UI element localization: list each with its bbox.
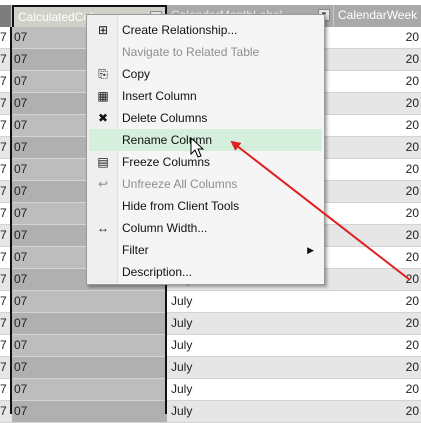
cell-week[interactable]: 20: [334, 357, 421, 378]
cell-week[interactable]: 20: [334, 269, 421, 290]
cell-week[interactable]: 20: [334, 115, 421, 136]
menu-item-label: Navigate to Related Table: [122, 45, 260, 59]
cell-month-label[interactable]: July: [169, 379, 336, 400]
column-header-week-label: CalendarWeek: [338, 8, 418, 22]
menu-item-freeze-columns[interactable]: ▤ Freeze Columns: [89, 151, 322, 173]
unfreeze-columns-icon: ↩: [97, 177, 109, 191]
table-row[interactable]: 707July20: [0, 379, 421, 401]
cell-month-label[interactable]: July: [169, 335, 336, 356]
cell-week[interactable]: 20: [334, 401, 421, 422]
cell-row-marker[interactable]: 7: [0, 291, 10, 312]
cell-week[interactable]: 20: [334, 335, 421, 356]
row-header-column: [0, 5, 12, 27]
cell-row-marker[interactable]: 7: [0, 269, 10, 290]
menu-item-insert-column[interactable]: ▦ Insert Column: [89, 85, 322, 107]
menu-item-column-width[interactable]: ↔ Column Width...: [89, 217, 322, 239]
selected-column-border-left: [10, 27, 12, 414]
menu-item-navigate-to-related-table: Navigate to Related Table: [89, 41, 322, 63]
cell-week[interactable]: 20: [334, 49, 421, 70]
cell-week[interactable]: 20: [334, 159, 421, 180]
cell-month-label[interactable]: July: [169, 401, 336, 422]
create-relationship-icon: ⊞: [97, 23, 109, 37]
table-row[interactable]: 707July20: [0, 313, 421, 335]
menu-item-unfreeze-all-columns: ↩ Unfreeze All Columns: [89, 173, 322, 195]
cell-calculated[interactable]: 07: [12, 357, 167, 378]
menu-item-filter[interactable]: Filter ▶: [89, 239, 322, 261]
cell-week[interactable]: 20: [334, 379, 421, 400]
cell-calculated[interactable]: 07: [12, 335, 167, 356]
menu-item-copy[interactable]: ⎘ Copy: [89, 63, 322, 85]
cell-month-label[interactable]: July: [169, 291, 336, 312]
cell-week[interactable]: 20: [334, 247, 421, 268]
menu-item-label: Rename Column: [122, 133, 213, 147]
description-icon: [95, 265, 111, 279]
cell-week[interactable]: 20: [334, 225, 421, 246]
cell-row-marker[interactable]: 7: [0, 137, 10, 158]
freeze-columns-icon: ▤: [97, 155, 109, 169]
column-header-week[interactable]: CalendarWeek: [334, 5, 421, 27]
table-row[interactable]: 707July20: [0, 357, 421, 379]
cell-month-label[interactable]: July: [169, 313, 336, 334]
menu-item-rename-column[interactable]: Rename Column: [89, 129, 322, 151]
menu-item-label: Filter: [122, 243, 149, 257]
menu-item-label: Hide from Client Tools: [122, 199, 240, 213]
column-header-calculated-label: CalculatedCol: [18, 10, 93, 24]
cell-row-marker[interactable]: 7: [0, 247, 10, 268]
submenu-arrow-icon: ▶: [307, 245, 314, 255]
column-width-icon: ↔: [97, 221, 109, 235]
cell-row-marker[interactable]: 7: [0, 401, 10, 422]
cell-row-marker[interactable]: 7: [0, 115, 10, 136]
delete-columns-icon: ✖: [97, 111, 109, 125]
filter-icon: [95, 243, 111, 257]
cell-calculated[interactable]: 07: [12, 313, 167, 334]
menu-item-label: Freeze Columns: [122, 155, 211, 169]
cell-row-marker[interactable]: 7: [0, 313, 10, 334]
menu-item-label: Column Width...: [122, 221, 208, 235]
rename-column-icon: [95, 133, 111, 147]
cell-week[interactable]: 20: [334, 203, 421, 224]
cell-week[interactable]: 20: [334, 93, 421, 114]
cell-week[interactable]: 20: [334, 27, 421, 48]
table-row[interactable]: 707July20: [0, 335, 421, 357]
hide-client-tools-icon: [95, 199, 111, 213]
menu-item-label: Description...: [122, 265, 193, 279]
cell-week[interactable]: 20: [334, 181, 421, 202]
context-menu: ⊞ Create Relationship... Navigate to Relat…: [86, 14, 325, 285]
cell-week[interactable]: 20: [334, 313, 421, 334]
menu-item-delete-columns[interactable]: ✖ Delete Columns: [89, 107, 322, 129]
menu-item-hide-from-client-tools[interactable]: Hide from Client Tools: [89, 195, 322, 217]
cell-row-marker[interactable]: 7: [0, 357, 10, 378]
insert-column-icon: ▦: [97, 89, 109, 103]
cell-week[interactable]: 20: [334, 71, 421, 92]
cell-row-marker[interactable]: 7: [0, 93, 10, 114]
menu-item-label: Unfreeze All Columns: [122, 177, 238, 191]
cell-calculated[interactable]: 07: [12, 291, 167, 312]
cell-row-marker[interactable]: 7: [0, 71, 10, 92]
cell-week[interactable]: 20: [334, 137, 421, 158]
navigate-related-icon: [95, 45, 111, 59]
menu-item-label: Copy: [122, 67, 151, 81]
cell-calculated[interactable]: 07: [12, 379, 167, 400]
cell-row-marker[interactable]: 7: [0, 379, 10, 400]
menu-item-create-relationship[interactable]: ⊞ Create Relationship...: [89, 19, 322, 41]
table-row[interactable]: 707July20: [0, 401, 421, 423]
cell-row-marker[interactable]: 7: [0, 225, 10, 246]
cell-week[interactable]: 20: [334, 291, 421, 312]
cell-row-marker[interactable]: 7: [0, 159, 10, 180]
table-row[interactable]: 707July20: [0, 291, 421, 313]
menu-item-description[interactable]: Description...: [89, 261, 322, 283]
menu-item-label: Create Relationship...: [122, 23, 238, 37]
cell-row-marker[interactable]: 7: [0, 49, 10, 70]
cell-row-marker[interactable]: 7: [0, 203, 10, 224]
cell-row-marker[interactable]: 7: [0, 181, 10, 202]
menu-item-label: Insert Column: [122, 89, 197, 103]
cell-calculated[interactable]: 07: [12, 401, 167, 422]
cell-row-marker[interactable]: 7: [0, 335, 10, 356]
menu-item-label: Delete Columns: [122, 111, 208, 125]
copy-icon: ⎘: [98, 67, 108, 81]
cell-row-marker[interactable]: 7: [0, 27, 10, 48]
cell-month-label[interactable]: July: [169, 357, 336, 378]
